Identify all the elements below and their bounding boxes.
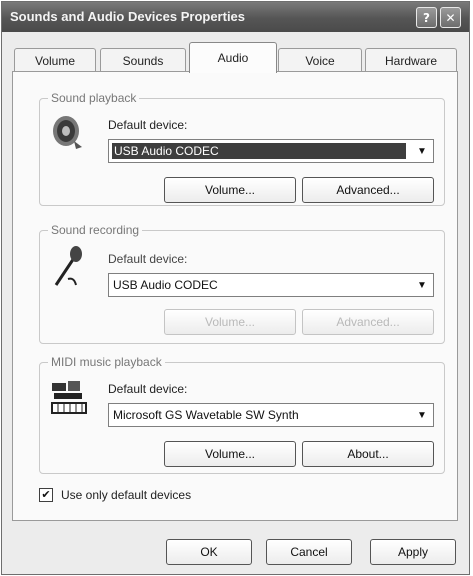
playback-device-value: USB Audio CODEC [112, 143, 406, 159]
use-default-devices-label: Use only default devices [61, 488, 192, 502]
help-button[interactable]: ? [416, 7, 437, 28]
tab-voice[interactable]: Voice [278, 48, 362, 72]
properties-window: Sounds and Audio Devices Properties ? ✕ … [1, 1, 470, 575]
group-legend: Sound playback [48, 91, 140, 105]
chevron-down-icon[interactable]: ▼ [413, 276, 431, 294]
window-title: Sounds and Audio Devices Properties [10, 9, 246, 24]
title-bar[interactable]: Sounds and Audio Devices Properties ? ✕ [2, 2, 469, 32]
close-button[interactable]: ✕ [440, 7, 461, 28]
group-legend: MIDI music playback [48, 355, 165, 369]
use-default-devices-checkbox[interactable]: ✔ [39, 488, 53, 502]
audio-tab-panel: Sound playback Default device: USB Audio… [12, 71, 458, 521]
speaker-icon [53, 116, 82, 149]
tab-sounds[interactable]: Sounds [100, 48, 186, 72]
midi-device-label: Default device: [108, 382, 188, 396]
ok-button[interactable]: OK [166, 539, 252, 565]
midi-volume-button[interactable]: Volume... [164, 441, 296, 467]
microphone-icon [54, 246, 82, 286]
tab-strip: Volume Sounds Audio Voice Hardware [12, 42, 458, 73]
sound-playback-group: Sound playback Default device: USB Audio… [39, 91, 445, 206]
recording-volume-button: Volume... [164, 309, 296, 335]
tab-volume[interactable]: Volume [14, 48, 96, 72]
midi-device-value: Microsoft GS Wavetable SW Synth [113, 408, 299, 422]
playback-volume-button[interactable]: Volume... [164, 177, 296, 203]
chevron-down-icon[interactable]: ▼ [413, 142, 431, 160]
midi-about-button[interactable]: About... [302, 441, 434, 467]
midi-playback-group: MIDI music playback Default device: Micr… [39, 355, 445, 474]
recording-device-label: Default device: [108, 252, 188, 266]
tab-audio[interactable]: Audio [189, 42, 277, 73]
apply-button[interactable]: Apply [370, 539, 456, 565]
playback-advanced-button[interactable]: Advanced... [302, 177, 434, 203]
recording-device-select[interactable]: USB Audio CODEC ▼ [108, 273, 434, 297]
playback-device-select[interactable]: USB Audio CODEC ▼ [108, 139, 434, 163]
midi-keyboard-icon [51, 381, 87, 414]
midi-device-select[interactable]: Microsoft GS Wavetable SW Synth ▼ [108, 403, 434, 427]
sound-recording-group: Sound recording Default device: USB Audi… [39, 223, 445, 344]
recording-advanced-button: Advanced... [302, 309, 434, 335]
cancel-button[interactable]: Cancel [266, 539, 352, 565]
tab-hardware[interactable]: Hardware [365, 48, 457, 72]
group-legend: Sound recording [48, 223, 143, 237]
recording-device-value: USB Audio CODEC [113, 278, 218, 292]
playback-device-label: Default device: [108, 118, 188, 132]
chevron-down-icon[interactable]: ▼ [413, 406, 431, 424]
